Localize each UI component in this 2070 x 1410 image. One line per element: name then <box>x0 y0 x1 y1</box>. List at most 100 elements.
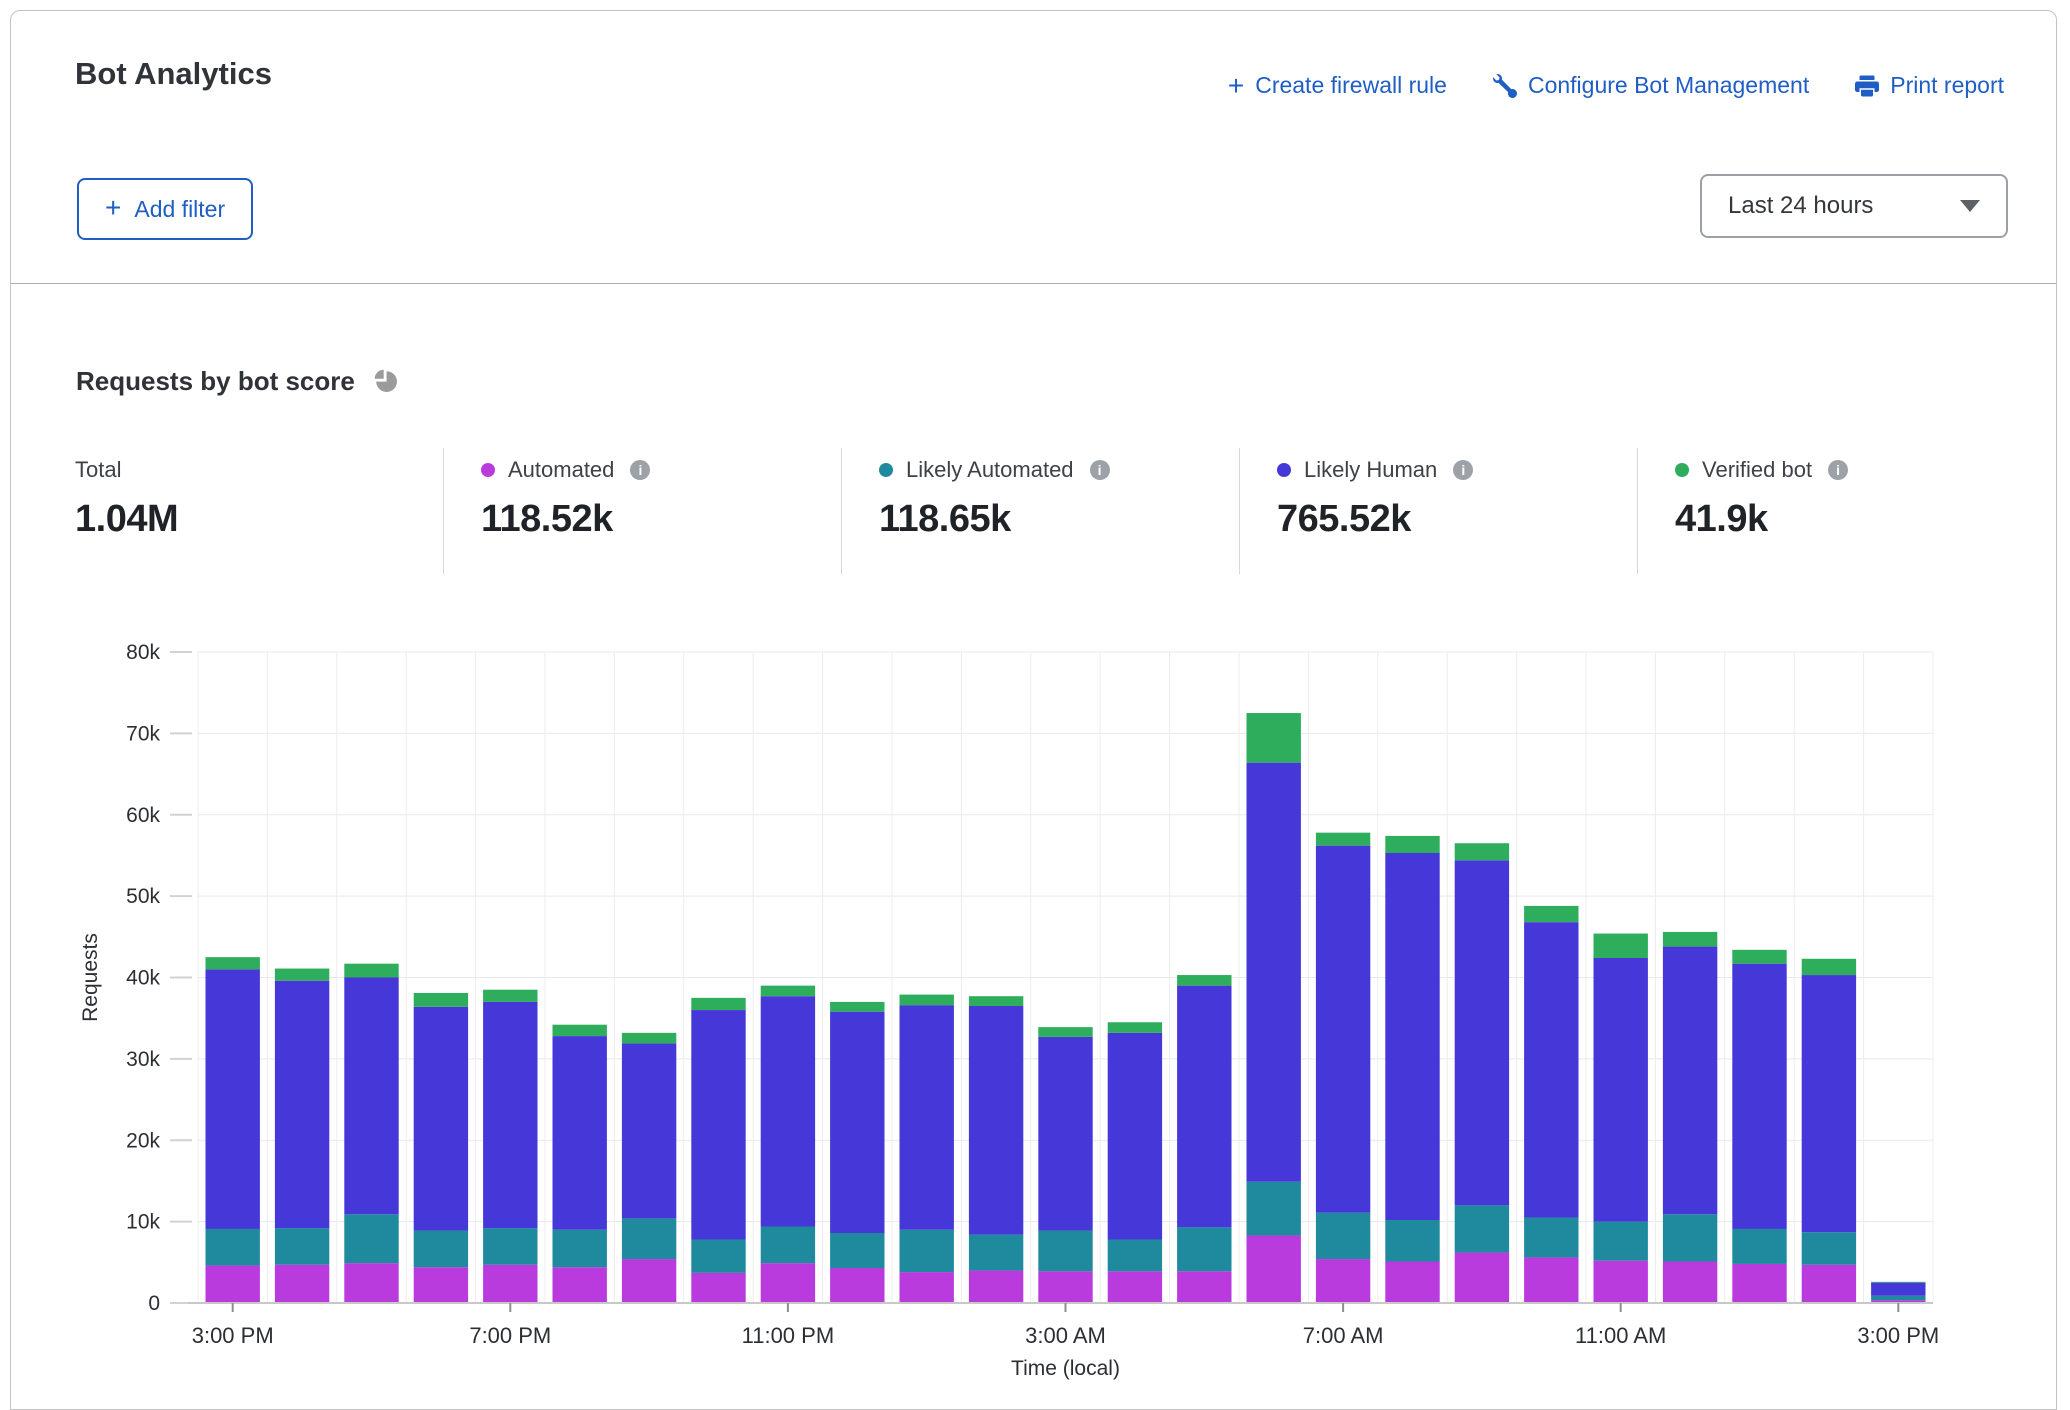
bar-segment-verified-bot[interactable] <box>1455 843 1509 860</box>
info-icon[interactable]: i <box>1453 460 1473 480</box>
bar-segment-verified-bot[interactable] <box>275 969 329 981</box>
bar-segment-likely-automated[interactable] <box>1663 1214 1717 1261</box>
bar-segment-automated[interactable] <box>483 1265 537 1303</box>
bar-segment-verified-bot[interactable] <box>1385 836 1439 853</box>
bar-segment-likely-human[interactable] <box>1038 1037 1092 1231</box>
bar-segment-likely-human[interactable] <box>1871 1283 1925 1296</box>
bar-segment-likely-automated[interactable] <box>900 1230 954 1272</box>
bar-segment-verified-bot[interactable] <box>553 1025 607 1036</box>
bar-segment-likely-human[interactable] <box>1108 1033 1162 1240</box>
info-icon[interactable]: i <box>1090 460 1110 480</box>
bar-segment-likely-automated[interactable] <box>1732 1229 1786 1264</box>
time-range-select[interactable]: Last 24 hours <box>1700 174 2008 238</box>
bar-segment-likely-automated[interactable] <box>553 1230 607 1267</box>
bar-segment-likely-automated[interactable] <box>344 1214 398 1263</box>
bar-segment-likely-human[interactable] <box>1247 763 1301 1182</box>
bar-segment-likely-automated[interactable] <box>1316 1213 1370 1259</box>
bar-segment-likely-automated[interactable] <box>1871 1296 1925 1300</box>
bar-segment-likely-automated[interactable] <box>1385 1220 1439 1262</box>
bar-segment-verified-bot[interactable] <box>1663 932 1717 947</box>
bar-segment-verified-bot[interactable] <box>483 990 537 1002</box>
bar-segment-verified-bot[interactable] <box>414 993 468 1007</box>
bar-segment-likely-automated[interactable] <box>1455 1205 1509 1252</box>
bar-segment-likely-human[interactable] <box>900 1005 954 1230</box>
bar-segment-verified-bot[interactable] <box>1871 1282 1925 1283</box>
bar-segment-verified-bot[interactable] <box>761 986 815 997</box>
bar-segment-likely-automated[interactable] <box>414 1231 468 1268</box>
bar-segment-likely-human[interactable] <box>969 1006 1023 1235</box>
bar-segment-automated[interactable] <box>1108 1271 1162 1303</box>
bar-segment-automated[interactable] <box>969 1270 1023 1303</box>
bar-segment-likely-human[interactable] <box>830 1012 884 1233</box>
bar-segment-likely-human[interactable] <box>1663 947 1717 1215</box>
print-report-link[interactable]: Print report <box>1855 72 2004 99</box>
bar-segment-automated[interactable] <box>1732 1264 1786 1303</box>
bar-segment-verified-bot[interactable] <box>1038 1027 1092 1037</box>
bar-segment-automated[interactable] <box>1316 1259 1370 1303</box>
bar-segment-likely-automated[interactable] <box>761 1227 815 1264</box>
bar-segment-likely-automated[interactable] <box>1524 1218 1578 1258</box>
info-icon[interactable]: i <box>1828 460 1848 480</box>
bar-segment-verified-bot[interactable] <box>969 996 1023 1006</box>
bar-segment-likely-automated[interactable] <box>830 1233 884 1268</box>
bar-segment-likely-automated[interactable] <box>1594 1222 1648 1261</box>
bar-segment-likely-automated[interactable] <box>275 1228 329 1265</box>
bar-segment-likely-human[interactable] <box>553 1036 607 1230</box>
bar-segment-automated[interactable] <box>414 1267 468 1303</box>
bar-segment-likely-human[interactable] <box>414 1007 468 1231</box>
bar-segment-likely-automated[interactable] <box>1038 1231 1092 1272</box>
bar-segment-automated[interactable] <box>1038 1271 1092 1303</box>
bar-segment-verified-bot[interactable] <box>1732 950 1786 964</box>
bar-segment-verified-bot[interactable] <box>830 1002 884 1012</box>
bar-segment-verified-bot[interactable] <box>344 964 398 978</box>
bar-segment-likely-human[interactable] <box>275 981 329 1228</box>
bar-segment-automated[interactable] <box>1524 1257 1578 1303</box>
bar-segment-likely-human[interactable] <box>1732 964 1786 1229</box>
bar-segment-verified-bot[interactable] <box>1316 833 1370 846</box>
bar-segment-automated[interactable] <box>622 1259 676 1303</box>
bar-segment-likely-automated[interactable] <box>969 1235 1023 1271</box>
add-filter-button[interactable]: + Add filter <box>77 178 253 240</box>
bar-segment-automated[interactable] <box>275 1265 329 1303</box>
bar-segment-likely-automated[interactable] <box>691 1240 745 1273</box>
bar-segment-likely-human[interactable] <box>1177 986 1231 1228</box>
bar-segment-likely-human[interactable] <box>1524 922 1578 1217</box>
bar-segment-automated[interactable] <box>691 1273 745 1303</box>
bar-segment-likely-human[interactable] <box>1385 853 1439 1220</box>
bar-segment-automated[interactable] <box>344 1263 398 1303</box>
bar-segment-likely-human[interactable] <box>206 969 260 1229</box>
bar-segment-verified-bot[interactable] <box>1802 959 1856 975</box>
bar-segment-verified-bot[interactable] <box>1524 906 1578 922</box>
bar-segment-automated[interactable] <box>1802 1265 1856 1303</box>
bar-segment-likely-automated[interactable] <box>206 1229 260 1266</box>
bar-segment-likely-automated[interactable] <box>483 1228 537 1265</box>
bar-segment-verified-bot[interactable] <box>1108 1022 1162 1033</box>
bar-segment-likely-human[interactable] <box>1455 860 1509 1205</box>
bar-segment-verified-bot[interactable] <box>1594 934 1648 958</box>
bar-segment-likely-human[interactable] <box>344 978 398 1215</box>
bar-segment-automated[interactable] <box>761 1263 815 1303</box>
bar-segment-likely-automated[interactable] <box>1177 1227 1231 1271</box>
bar-segment-likely-automated[interactable] <box>1247 1182 1301 1236</box>
bar-segment-verified-bot[interactable] <box>900 995 954 1006</box>
bar-segment-automated[interactable] <box>1594 1261 1648 1303</box>
bar-segment-likely-human[interactable] <box>622 1043 676 1218</box>
bar-segment-automated[interactable] <box>1247 1235 1301 1303</box>
bar-segment-verified-bot[interactable] <box>691 998 745 1010</box>
bar-segment-verified-bot[interactable] <box>1177 975 1231 986</box>
bar-segment-likely-human[interactable] <box>1316 846 1370 1213</box>
bar-segment-likely-human[interactable] <box>1594 958 1648 1222</box>
bar-segment-verified-bot[interactable] <box>206 957 260 969</box>
bar-segment-likely-human[interactable] <box>1802 975 1856 1232</box>
bar-segment-verified-bot[interactable] <box>1247 713 1301 763</box>
bar-segment-automated[interactable] <box>830 1268 884 1303</box>
info-icon[interactable]: i <box>630 460 650 480</box>
bar-segment-automated[interactable] <box>1385 1261 1439 1303</box>
configure-bot-management-link[interactable]: Configure Bot Management <box>1493 72 1809 99</box>
bar-segment-likely-human[interactable] <box>691 1010 745 1239</box>
bar-segment-automated[interactable] <box>206 1266 260 1303</box>
bar-segment-likely-human[interactable] <box>761 996 815 1226</box>
create-firewall-rule-link[interactable]: + Create firewall rule <box>1228 72 1447 99</box>
bar-segment-verified-bot[interactable] <box>622 1033 676 1044</box>
bar-segment-likely-automated[interactable] <box>1802 1232 1856 1265</box>
